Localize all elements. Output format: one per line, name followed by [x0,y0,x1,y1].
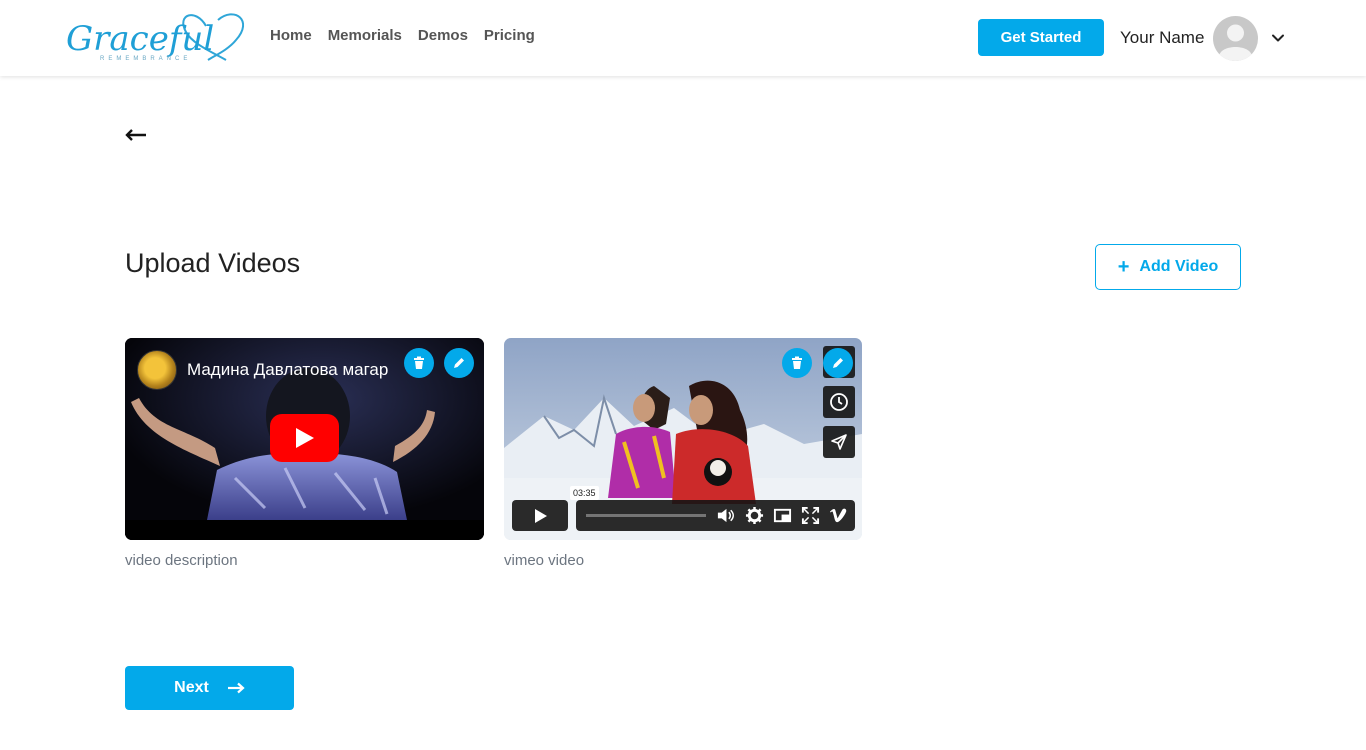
video-description: video description [125,552,238,569]
vimeo-logo-icon[interactable] [829,506,848,525]
clock-icon [830,393,848,411]
user-name[interactable]: Your Name [1120,28,1204,48]
graceful-remembrance-logo[interactable]: Graceful REMEMBRANCE [58,6,248,70]
arrow-right-icon [227,682,245,694]
page-title: Upload Videos [125,248,301,278]
add-video-label: Add Video [1139,258,1219,275]
delete-video-button[interactable] [782,348,812,378]
channel-avatar[interactable] [137,350,177,390]
delete-video-button[interactable] [404,348,434,378]
fullscreen-icon[interactable] [801,506,820,525]
chevron-down-icon[interactable] [1270,30,1286,46]
nav-home-link[interactable]: Home [270,27,312,44]
nav-memorials-link[interactable]: Memorials [328,27,402,44]
progress-bar[interactable] [586,514,706,517]
youtube-play-button[interactable] [270,414,339,462]
share-button[interactable] [823,426,855,458]
edit-video-button[interactable] [444,348,474,378]
add-video-button[interactable]: + Add Video [1095,244,1241,290]
next-button[interactable]: Next [125,666,294,710]
nav-pricing-link[interactable]: Pricing [484,27,535,44]
send-icon [831,434,847,450]
get-started-button[interactable]: Get Started [978,19,1104,56]
watch-later-button[interactable] [823,386,855,418]
youtube-video-title[interactable]: Мадина Давлатова магар [187,360,388,380]
pencil-icon [833,358,843,368]
trash-icon [792,356,802,369]
plus-icon: + [1117,256,1130,278]
vimeo-controls [576,500,855,531]
pencil-icon [454,358,464,368]
volume-icon[interactable] [716,506,735,525]
edit-video-button[interactable] [823,348,853,378]
video-description: vimeo video [504,552,585,569]
video-card: 03:35 vimeo video [504,338,862,569]
svg-text:Graceful: Graceful [66,19,214,59]
vimeo-play-button[interactable] [512,500,568,531]
main-nav: Home Memorials Demos Pricing [270,27,535,44]
picture-in-picture-icon[interactable] [773,506,792,525]
svg-text:REMEMBRANCE: REMEMBRANCE [100,56,191,62]
vimeo-time-tooltip: 03:35 [570,486,599,500]
trash-icon [414,356,424,369]
user-avatar-icon[interactable] [1213,16,1258,61]
nav-demos-link[interactable]: Demos [418,27,468,44]
vimeo-video-player[interactable]: 03:35 [504,338,862,540]
video-card: Мадина Давлатова магар video description [125,338,484,569]
youtube-video-player[interactable]: Мадина Давлатова магар [125,338,484,540]
vimeo-control-bar [512,500,855,531]
next-label: Next [174,679,209,696]
play-icon [535,508,547,523]
arrow-left-icon[interactable] [125,126,147,144]
top-navbar: Graceful REMEMBRANCE Home Memorials Demo… [0,0,1366,76]
settings-gear-icon[interactable] [745,506,764,525]
